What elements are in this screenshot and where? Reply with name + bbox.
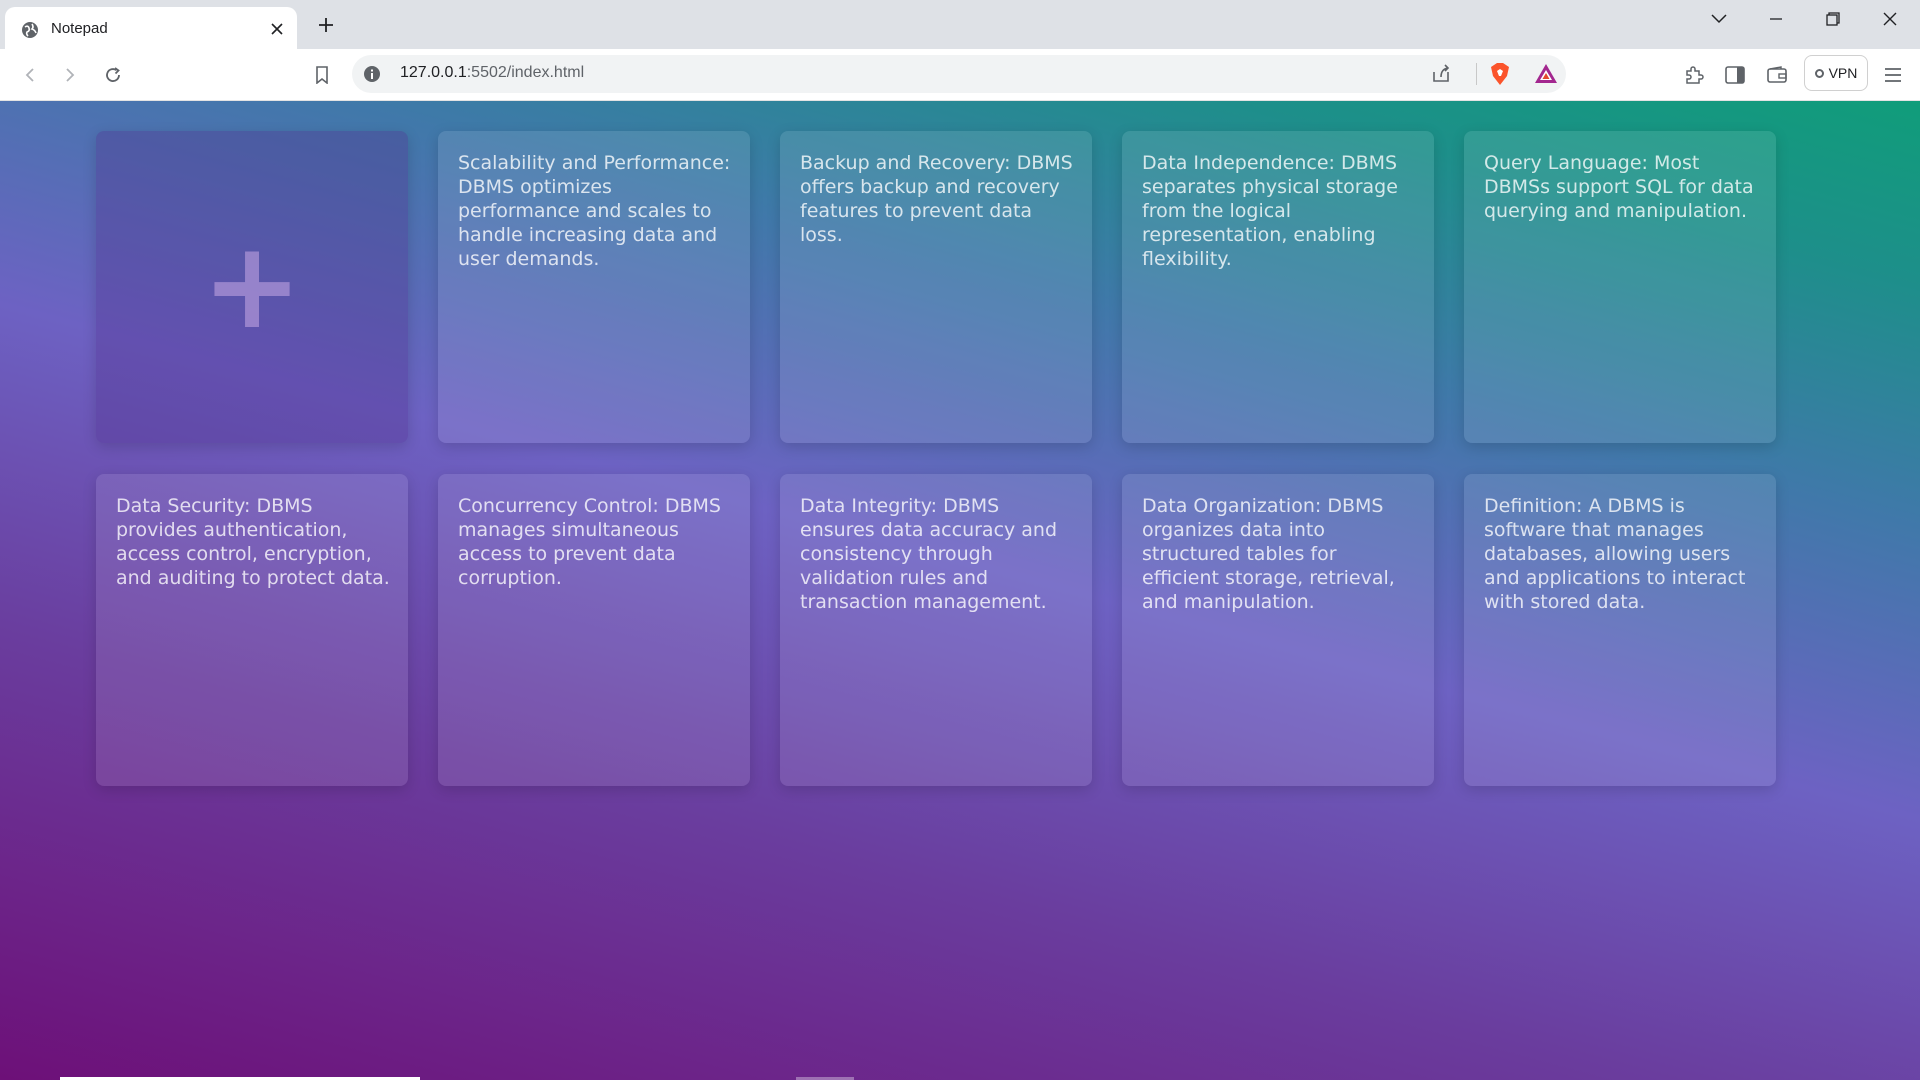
note-text: Data Security: DBMS provides authenticat… — [116, 495, 390, 589]
plus-icon: + — [201, 217, 303, 356]
reload-icon — [106, 67, 120, 82]
tab-notepad[interactable]: Notepad — [5, 7, 297, 49]
note-text: Data Integrity: DBMS ensures data accura… — [800, 495, 1058, 613]
tab-search-button[interactable] — [1704, 6, 1734, 32]
tab-title: Notepad — [51, 20, 108, 37]
forward-icon — [66, 68, 75, 82]
note-text: Query Language: Most DBMSs support SQL f… — [1484, 152, 1754, 222]
note-card[interactable]: Scalability and Performance: DBMS optimi… — [438, 131, 750, 443]
close-icon[interactable] — [267, 19, 287, 39]
page-viewport: + Scalability and Performance: DBMS opti… — [0, 101, 1920, 1080]
chevron-down-icon — [1711, 14, 1727, 24]
new-tab-button[interactable] — [314, 13, 338, 37]
restore-button[interactable] — [1818, 6, 1848, 32]
close-window-button[interactable] — [1875, 6, 1905, 32]
brave-rewards-icon[interactable] — [1534, 62, 1558, 86]
bookmark-button[interactable] — [308, 61, 336, 89]
note-card[interactable]: Definition: A DBMS is software that mana… — [1464, 474, 1776, 786]
note-text: Data Organization: DBMS organizes data i… — [1142, 495, 1395, 613]
note-card[interactable]: Data Integrity: DBMS ensures data accura… — [780, 474, 1092, 786]
info-icon[interactable] — [362, 64, 382, 84]
vpn-status-icon — [1814, 68, 1824, 78]
vpn-button[interactable]: VPN — [1804, 55, 1868, 91]
plus-icon — [319, 18, 333, 32]
note-card[interactable]: Data Organization: DBMS organizes data i… — [1122, 474, 1434, 786]
globe-icon — [21, 21, 39, 39]
note-text: Data Independence: DBMS separates physic… — [1142, 152, 1398, 270]
back-button[interactable] — [16, 61, 44, 89]
sidebar-button[interactable] — [1721, 61, 1749, 89]
extensions-button[interactable] — [1680, 61, 1708, 89]
browser-toolbar: 127.0.0.1:5502/index.html VPN — [0, 49, 1920, 101]
tab-strip: Notepad — [0, 0, 1920, 49]
menu-icon — [1885, 68, 1901, 82]
note-card[interactable]: Data Independence: DBMS separates physic… — [1122, 131, 1434, 443]
extensions-icon — [1686, 66, 1704, 84]
add-note-button[interactable]: + — [96, 131, 408, 443]
url-text[interactable]: 127.0.0.1:5502/index.html — [400, 64, 584, 82]
divider — [1476, 63, 1477, 85]
url-host: 127.0.0.1 — [400, 64, 467, 81]
minimize-icon — [1770, 18, 1782, 20]
share-icon[interactable] — [1430, 63, 1452, 85]
vpn-label: VPN — [1828, 65, 1858, 81]
address-bar[interactable]: 127.0.0.1:5502/index.html — [352, 55, 1566, 93]
note-card[interactable]: Concurrency Control: DBMS manages simult… — [438, 474, 750, 786]
brave-shield-icon[interactable] — [1488, 62, 1512, 86]
url-path: :5502/index.html — [466, 64, 585, 81]
note-card[interactable]: Backup and Recovery: DBMS offers backup … — [780, 131, 1092, 443]
wallet-button[interactable] — [1763, 61, 1791, 89]
restore-icon — [1826, 12, 1840, 26]
menu-button[interactable] — [1879, 61, 1907, 89]
close-icon — [1883, 12, 1897, 26]
sidebar-icon — [1725, 66, 1745, 84]
note-card[interactable]: Data Security: DBMS provides authenticat… — [96, 474, 408, 786]
note-text: Concurrency Control: DBMS manages simult… — [458, 495, 721, 589]
notes-grid: + Scalability and Performance: DBMS opti… — [96, 131, 1776, 786]
note-text: Backup and Recovery: DBMS offers backup … — [800, 152, 1073, 246]
bookmark-icon — [316, 66, 328, 84]
reload-button[interactable] — [99, 61, 127, 89]
note-text: Scalability and Performance: DBMS optimi… — [458, 152, 731, 270]
note-card[interactable]: Query Language: Most DBMSs support SQL f… — [1464, 131, 1776, 443]
browser-window: Notepad 127.0.0.1:5502/index.html VPN + … — [0, 0, 1920, 1080]
forward-button[interactable] — [56, 61, 84, 89]
note-text: Definition: A DBMS is software that mana… — [1484, 495, 1746, 613]
wallet-icon — [1767, 66, 1787, 83]
minimize-button[interactable] — [1761, 6, 1791, 32]
back-icon — [25, 68, 34, 82]
